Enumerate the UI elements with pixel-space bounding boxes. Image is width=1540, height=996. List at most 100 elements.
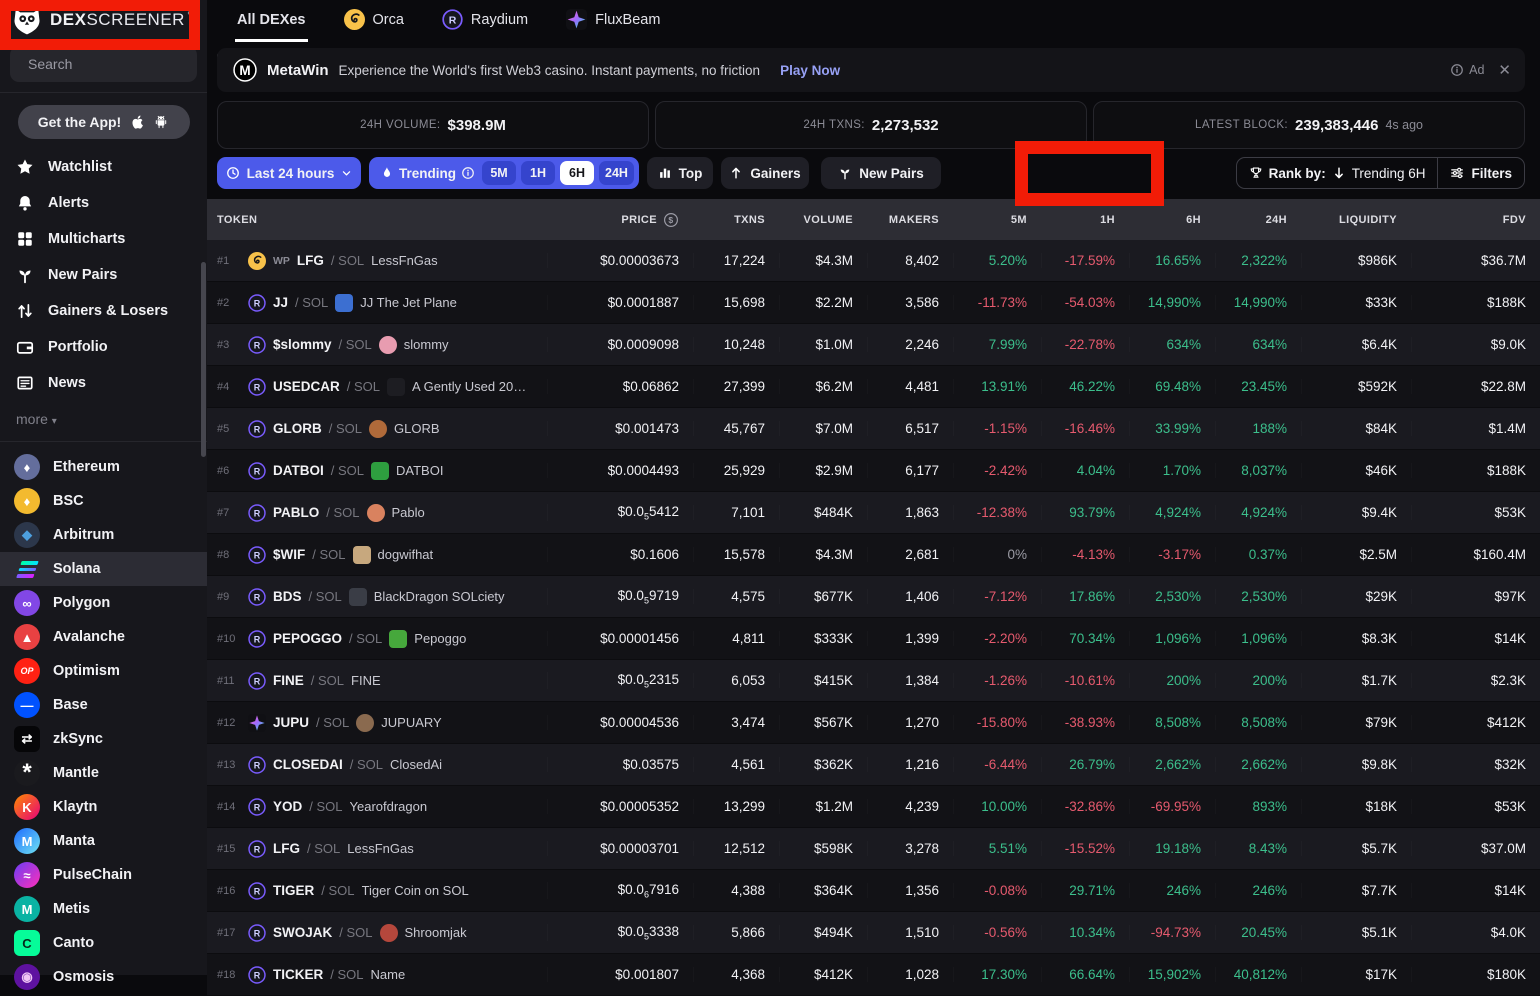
trending-label[interactable]: Trending (399, 166, 456, 181)
trending-info-icon[interactable] (461, 166, 475, 180)
svg-text:R: R (254, 760, 261, 770)
ad-close-icon[interactable]: ✕ (1498, 61, 1511, 79)
sidebar-chain-zksync[interactable]: ⇄ zkSync (0, 722, 207, 756)
chain-label: Arbitrum (53, 527, 114, 543)
change-5m-cell: 10.00% (953, 799, 1041, 814)
table-row[interactable]: #3 R $slommy / SOL slommy $0.0009098 10,… (207, 324, 1540, 366)
table-row[interactable]: #12 JUPU / SOL JUPUARY $0.00004536 3,474… (207, 702, 1540, 744)
sidebar-chain-bsc[interactable]: ♦ BSC (0, 484, 207, 518)
table-row[interactable]: #6 R DATBOI / SOL DATBOI $0.0004493 25,9… (207, 450, 1540, 492)
sidebar-scrollbar[interactable] (201, 262, 206, 457)
table-row[interactable]: #11 R FINE / SOL FINE $0.052315 6,053 $4… (207, 660, 1540, 702)
col-price[interactable]: PRICE$ (547, 212, 693, 228)
table-row[interactable]: #8 R $WIF / SOL dogwifhat $0.1606 15,578… (207, 534, 1540, 576)
table-row[interactable]: #13 R CLOSEDAI / SOL ClosedAi $0.03575 4… (207, 744, 1540, 786)
change-6h-cell: 634% (1129, 337, 1215, 352)
search-box[interactable]: / (10, 46, 197, 82)
filters-button[interactable]: Filters (1437, 158, 1524, 188)
col-txns[interactable]: TXNS (693, 214, 779, 226)
sidebar-item-alerts[interactable]: Alerts (0, 185, 207, 221)
col-24h[interactable]: 24H (1215, 214, 1301, 226)
table-row[interactable]: #10 R PEPOGGO / SOL Pepoggo $0.00001456 … (207, 618, 1540, 660)
col-6h[interactable]: 6H (1129, 214, 1215, 226)
liquidity-cell: $18K (1301, 799, 1411, 814)
price-cell: $0.1606 (547, 547, 693, 562)
get-app-button[interactable]: Get the App! (18, 105, 190, 139)
sidebar-chain-optimism[interactable]: OP Optimism (0, 654, 207, 688)
token-rank: #10 (217, 633, 241, 645)
col-5m[interactable]: 5M (953, 214, 1041, 226)
sidebar-item-new-pairs[interactable]: New Pairs (0, 257, 207, 293)
tab-raydium[interactable]: RRaydium (440, 0, 530, 42)
col-1h[interactable]: 1H (1041, 214, 1129, 226)
token-symbol: $slommy (273, 337, 332, 352)
sidebar-item-multicharts[interactable]: Multicharts (0, 221, 207, 257)
sidebar-chain-canto[interactable]: C Canto (0, 926, 207, 960)
sidebar-chain-manta[interactable]: M Manta (0, 824, 207, 858)
tab-all-dexes[interactable]: All DEXes (235, 0, 308, 42)
table-row[interactable]: #17 R SWOJAK / SOL Shroomjak $0.053338 5… (207, 912, 1540, 954)
token-cell: #3 R $slommy / SOL slommy (207, 336, 547, 354)
trending-chip-24h[interactable]: 24H (599, 161, 634, 185)
tab-orca[interactable]: Orca (342, 0, 406, 42)
sidebar-chain-osmosis[interactable]: ◉ Osmosis (0, 960, 207, 994)
svg-text:R: R (449, 14, 457, 26)
table-row[interactable]: #4 R USEDCAR / SOL A Gently Used 2001 Ho… (207, 366, 1540, 408)
trending-chip-1h[interactable]: 1H (521, 161, 555, 185)
fdv-cell: $160.4M (1411, 547, 1540, 562)
price-cell: $0.06862 (547, 379, 693, 394)
token-quote: / SOL (326, 505, 359, 520)
sidebar-chain-klaytn[interactable]: K Klaytn (0, 790, 207, 824)
token-image (371, 462, 389, 480)
sidebar-chain-pulsechain[interactable]: ≈ PulseChain (0, 858, 207, 892)
table-row[interactable]: #1 WP LFG / SOL LessFnGas $0.00003673 17… (207, 240, 1540, 282)
ad-play-now-link[interactable]: Play Now (780, 63, 840, 78)
raydium-dex-icon: R (248, 756, 266, 774)
sidebar-chain-arbitrum[interactable]: ◆ Arbitrum (0, 518, 207, 552)
token-name: slommy (404, 337, 449, 352)
sidebar-chain-metis[interactable]: M Metis (0, 892, 207, 926)
change-24h-cell: 200% (1215, 673, 1301, 688)
sidebar-item-gainers-losers[interactable]: Gainers & Losers (0, 293, 207, 329)
android-icon (153, 114, 169, 130)
more-toggle[interactable]: more ▾ (0, 401, 207, 429)
chain-label: Mantle (53, 765, 99, 781)
trending-chip-5m[interactable]: 5M (482, 161, 516, 185)
table-row[interactable]: #16 R TIGER / SOL Tiger Coin on SOL $0.0… (207, 870, 1540, 912)
col-token[interactable]: TOKEN (207, 214, 547, 226)
table-row[interactable]: #15 R LFG / SOL LessFnGas $0.00003701 12… (207, 828, 1540, 870)
txns-cell: 5,866 (693, 925, 779, 940)
gainers-button[interactable]: Gainers (721, 157, 809, 189)
table-row[interactable]: #18 R TICKER / SOL Name $0.001807 4,368 … (207, 954, 1540, 996)
sidebar-chain-avalanche[interactable]: ▲ Avalanche (0, 620, 207, 654)
collapse-sidebar-icon[interactable]: « (187, 2, 197, 23)
time-range-button[interactable]: Last 24 hours (217, 157, 361, 189)
tab-fluxbeam[interactable]: FluxBeam (564, 0, 662, 42)
sidebar-chain-polygon[interactable]: ∞ Polygon (0, 586, 207, 620)
top-button[interactable]: Top (647, 157, 713, 189)
sidebar-item-watchlist[interactable]: Watchlist (0, 149, 207, 185)
search-input[interactable] (28, 56, 209, 72)
raydium-dex-icon: R (248, 546, 266, 564)
col-liquidity[interactable]: LIQUIDITY (1301, 214, 1411, 226)
sidebar-chain-mantle[interactable]: * Mantle (0, 756, 207, 790)
rank-by-button[interactable]: Rank by: Trending 6H (1237, 158, 1438, 188)
table-row[interactable]: #2 R JJ / SOL JJ The Jet Plane $0.000188… (207, 282, 1540, 324)
get-app-label: Get the App! (38, 114, 121, 130)
price-cell: $0.0009098 (547, 337, 693, 352)
sidebar-item-news[interactable]: News (0, 365, 207, 401)
chain-label: PulseChain (53, 867, 132, 883)
col-volume[interactable]: VOLUME (779, 214, 867, 226)
sidebar-chain-ethereum[interactable]: ♦ Ethereum (0, 450, 207, 484)
sidebar-chain-solana[interactable]: Solana (0, 552, 207, 586)
new-pairs-button[interactable]: New Pairs (821, 157, 941, 189)
trending-chip-6h[interactable]: 6H (560, 161, 594, 185)
col-makers[interactable]: MAKERS (867, 214, 953, 226)
col-fdv[interactable]: FDV (1411, 214, 1540, 226)
table-row[interactable]: #9 R BDS / SOL BlackDragon SOLciety $0.0… (207, 576, 1540, 618)
table-row[interactable]: #7 R PABLO / SOL Pablo $0.055412 7,101 $… (207, 492, 1540, 534)
sidebar-item-portfolio[interactable]: Portfolio (0, 329, 207, 365)
sidebar-chain-base[interactable]: — Base (0, 688, 207, 722)
table-row[interactable]: #14 R YOD / SOL Yearofdragon $0.00005352… (207, 786, 1540, 828)
table-row[interactable]: #5 R GLORB / SOL GLORB $0.001473 45,767 … (207, 408, 1540, 450)
